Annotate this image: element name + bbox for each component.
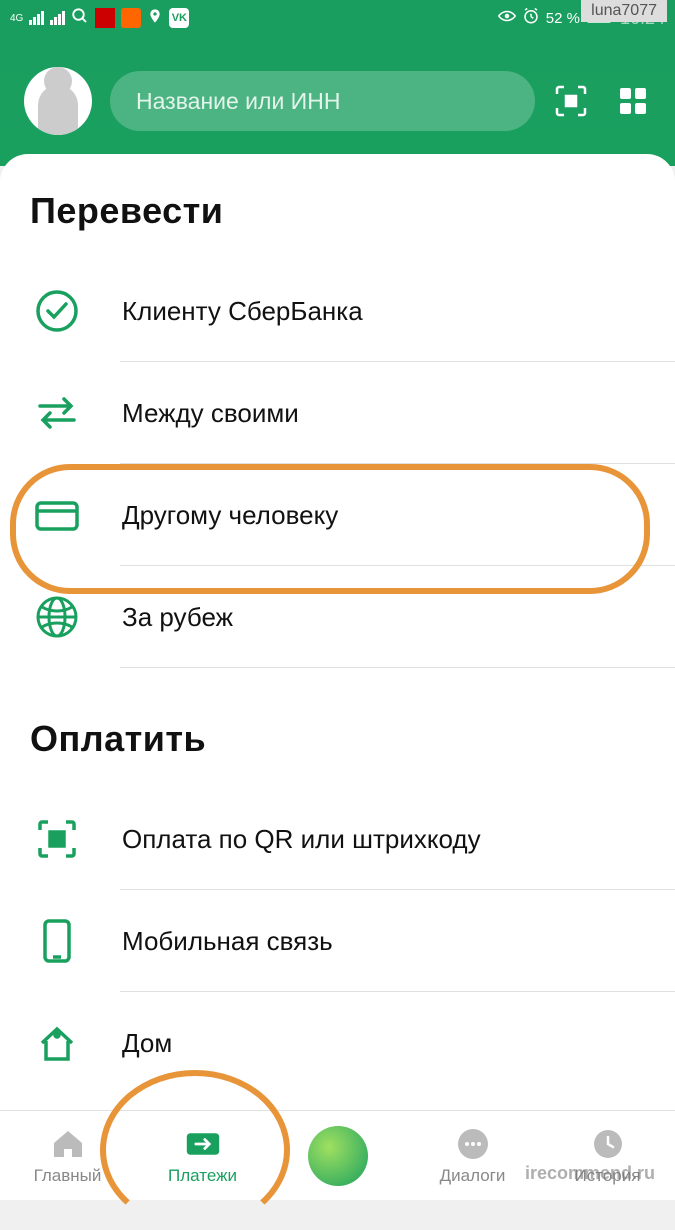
home-nav-icon bbox=[50, 1126, 86, 1162]
menu-item-home[interactable]: Дом bbox=[30, 992, 645, 1094]
location-icon bbox=[147, 7, 163, 29]
menu-item-between-own[interactable]: Между своими bbox=[30, 362, 645, 464]
menu-label: Дом bbox=[122, 1028, 172, 1059]
arrows-icon bbox=[30, 386, 84, 440]
menu-item-abroad[interactable]: За рубеж bbox=[30, 566, 645, 668]
menu-label: Между своими bbox=[122, 398, 299, 429]
menu-label: Мобильная связь bbox=[122, 926, 333, 957]
nav-main[interactable]: Главный bbox=[0, 1111, 135, 1200]
search-icon bbox=[71, 7, 89, 29]
clock-nav-icon bbox=[590, 1126, 626, 1162]
nav-label: Главный bbox=[34, 1166, 102, 1186]
nav-assistant[interactable] bbox=[270, 1111, 405, 1200]
nav-dialogs[interactable]: Диалоги bbox=[405, 1111, 540, 1200]
qr-scan-button[interactable] bbox=[553, 83, 589, 119]
nav-label: Платежи bbox=[168, 1166, 237, 1186]
menu-label: Другому человеку bbox=[122, 500, 338, 531]
app-header: Название или ИНН bbox=[0, 36, 675, 166]
menu-label: За рубеж bbox=[122, 602, 233, 633]
search-placeholder: Название или ИНН bbox=[136, 88, 340, 115]
nav-label: Диалоги bbox=[440, 1166, 506, 1186]
transfer-section-title: Перевести bbox=[30, 190, 645, 232]
menu-label: Клиенту СберБанка bbox=[122, 296, 363, 327]
watermark-tag: luna7077 bbox=[581, 0, 667, 22]
search-input[interactable]: Название или ИНН bbox=[110, 71, 535, 131]
menu-label: Оплата по QR или штрихкоду bbox=[122, 824, 481, 855]
home-icon bbox=[30, 1016, 84, 1070]
alarm-icon bbox=[522, 7, 540, 29]
main-content: Перевести Клиенту СберБанка Между своими… bbox=[0, 154, 675, 1110]
signal-icon bbox=[29, 11, 44, 25]
menu-item-mobile[interactable]: Мобильная связь bbox=[30, 890, 645, 992]
app-icon-2 bbox=[121, 8, 141, 28]
watermark-bottom: irecommend.ru bbox=[525, 1163, 655, 1184]
chat-nav-icon bbox=[455, 1126, 491, 1162]
avatar[interactable] bbox=[24, 67, 92, 135]
pay-section-title: Оплатить bbox=[30, 718, 645, 760]
grid-menu-button[interactable] bbox=[615, 83, 651, 119]
menu-item-sberbank-client[interactable]: Клиенту СберБанка bbox=[30, 260, 645, 362]
status-bar: 4G VK 52 % 16:24 bbox=[0, 0, 675, 36]
globe-icon bbox=[30, 590, 84, 644]
qr-icon bbox=[30, 812, 84, 866]
check-circle-icon bbox=[30, 284, 84, 338]
vk-icon: VK bbox=[169, 8, 189, 28]
signal-icon-2 bbox=[50, 11, 65, 25]
bottom-navigation: Главный Платежи Диалоги История bbox=[0, 1110, 675, 1200]
arrow-nav-icon bbox=[185, 1126, 221, 1162]
eye-icon bbox=[498, 9, 516, 27]
menu-item-another-person[interactable]: Другому человеку bbox=[30, 464, 645, 566]
card-icon bbox=[30, 488, 84, 542]
orb-icon bbox=[308, 1126, 368, 1186]
menu-item-qr-pay[interactable]: Оплата по QR или штрихкоду bbox=[30, 788, 645, 890]
battery-text: 52 % bbox=[546, 10, 580, 27]
nav-history[interactable]: История bbox=[540, 1111, 675, 1200]
network-label: 4G bbox=[10, 13, 23, 24]
nav-payments[interactable]: Платежи bbox=[135, 1111, 270, 1200]
phone-icon bbox=[30, 914, 84, 968]
app-icon bbox=[95, 8, 115, 28]
